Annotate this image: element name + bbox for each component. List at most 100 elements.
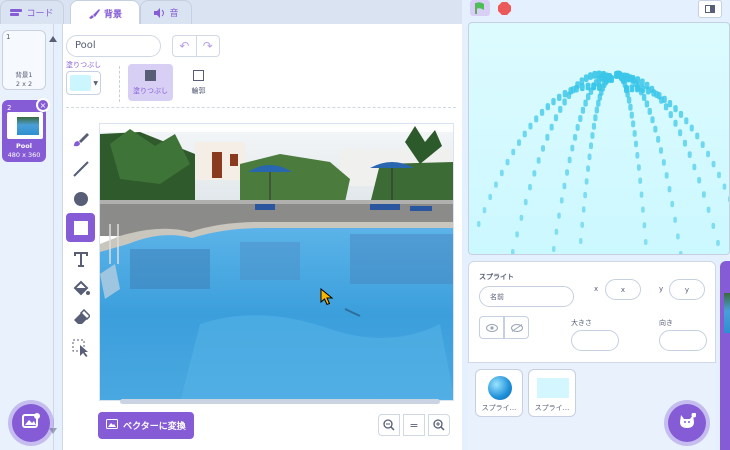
y-position-input[interactable]: y <box>669 279 705 300</box>
backdrop-thumbnail-1[interactable]: 1 背景1 2 x 2 <box>2 30 46 90</box>
water-droplet <box>579 238 583 244</box>
water-droplet <box>545 103 550 111</box>
water-droplet <box>523 198 528 206</box>
zoom-in-button[interactable] <box>428 414 450 436</box>
water-droplet <box>562 90 568 98</box>
water-droplet <box>639 191 644 198</box>
tab-backdrops-label: 背景 <box>103 9 122 20</box>
water-droplet <box>551 98 556 106</box>
water-droplet <box>562 98 567 106</box>
scroll-up-icon[interactable] <box>48 28 58 47</box>
canvas-horizontal-scrollbar[interactable] <box>120 399 440 404</box>
convert-label: ベクターに変換 <box>123 422 186 432</box>
convert-to-vector-button[interactable]: ベクターに変換 <box>98 412 194 439</box>
stage-canvas[interactable] <box>468 22 730 255</box>
show-sprite-button[interactable] <box>479 316 504 339</box>
eraser-tool[interactable] <box>66 303 95 332</box>
backdrop-preview <box>7 112 43 139</box>
water-droplet <box>545 133 550 141</box>
zoom-out-button[interactable] <box>378 414 400 436</box>
backdrop-name: Pool <box>16 142 32 150</box>
water-droplet <box>687 151 692 158</box>
water-droplet <box>640 78 645 87</box>
stage-selector[interactable] <box>720 261 730 450</box>
outline-mode-button[interactable]: 輪郭 <box>176 64 221 101</box>
water-droplet <box>629 111 634 119</box>
water-droplet <box>670 200 675 208</box>
water-droplet <box>554 228 559 235</box>
water-droplet <box>679 251 683 254</box>
eraser-icon <box>73 308 90 324</box>
sprite-card-1[interactable]: スプライ... <box>475 369 523 417</box>
x-position-input[interactable]: x <box>605 279 641 300</box>
undo-icon[interactable]: ↶ <box>173 36 196 56</box>
water-droplet <box>549 123 554 131</box>
water-droplet <box>596 99 601 107</box>
water-droplet <box>477 221 481 227</box>
green-flag-button[interactable] <box>470 0 490 16</box>
tab-code[interactable]: コード <box>0 0 64 24</box>
fill-icon <box>73 280 90 295</box>
costume-name-input[interactable]: Pool <box>66 35 161 57</box>
water-droplet <box>711 222 716 229</box>
hide-sprite-button[interactable] <box>504 316 529 339</box>
line-tool[interactable] <box>66 154 95 183</box>
water-droplet <box>706 206 711 213</box>
water-droplet <box>711 160 716 168</box>
brush-icon <box>73 132 89 146</box>
direction-input[interactable] <box>659 330 707 351</box>
circle-tool[interactable] <box>66 184 95 213</box>
sprite-card-2[interactable]: スプライ... <box>528 369 576 417</box>
delete-icon[interactable]: × <box>36 98 50 112</box>
rectangle-tool[interactable] <box>66 213 95 242</box>
fill-color-picker[interactable]: ▼ <box>66 71 101 95</box>
outline-mode-label: 輪郭 <box>191 87 206 95</box>
zoom-reset-button[interactable]: = <box>403 414 425 436</box>
water-droplet <box>624 85 629 93</box>
water-droplet <box>511 249 515 254</box>
brush-tool[interactable] <box>66 124 95 153</box>
fill-mode-label: 塗りつぶし <box>132 87 169 95</box>
paintbrush-icon <box>88 8 100 19</box>
mouse-cursor-icon <box>320 287 334 310</box>
water-droplet <box>528 122 533 130</box>
water-droplet <box>536 157 541 164</box>
undo-redo-group: ↶ ↷ <box>172 35 220 57</box>
water-droplet <box>568 87 573 95</box>
water-droplet <box>641 206 645 213</box>
water-droplet <box>635 84 640 93</box>
fill-mode-button[interactable]: 塗りつぶし <box>128 64 173 101</box>
water-droplet <box>567 156 572 164</box>
water-droplet <box>592 70 598 79</box>
sprite-name-input[interactable]: 名前 <box>479 286 574 307</box>
small-stage-button[interactable] <box>698 0 722 18</box>
water-droplet <box>717 171 721 179</box>
water-droplet <box>519 214 524 221</box>
water-droplet <box>539 108 545 116</box>
water-droplet <box>644 239 648 245</box>
water-droplet <box>557 93 562 101</box>
fill-tool[interactable] <box>66 274 95 303</box>
water-droplet <box>642 222 647 229</box>
redo-icon[interactable]: ↷ <box>195 36 220 56</box>
select-tool[interactable] <box>66 333 95 362</box>
choose-sprite-button[interactable] <box>668 404 706 442</box>
y-label: y <box>659 285 664 293</box>
water-droplet <box>678 129 683 137</box>
water-droplet <box>591 82 597 91</box>
paint-canvas[interactable] <box>99 123 454 401</box>
water-droplet <box>629 84 635 93</box>
stop-button[interactable] <box>496 0 512 16</box>
choose-backdrop-button[interactable] <box>12 404 50 442</box>
tab-sounds[interactable]: 音 <box>140 0 192 24</box>
water-droplet <box>668 111 673 119</box>
size-input[interactable] <box>571 330 619 351</box>
water-droplet <box>692 163 697 171</box>
water-droplet <box>631 120 636 128</box>
water-droplet <box>662 95 667 103</box>
tab-backdrops[interactable]: 背景 <box>70 0 140 25</box>
water-droplet <box>651 89 656 97</box>
text-tool[interactable] <box>66 244 95 273</box>
water-droplet <box>676 233 680 240</box>
water-droplet <box>684 117 689 125</box>
